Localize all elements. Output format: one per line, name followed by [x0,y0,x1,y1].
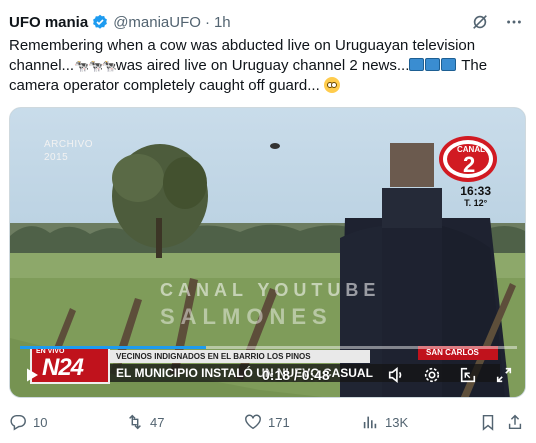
like-count: 171 [268,414,290,430]
author-handle[interactable]: @maniaUFO [113,14,201,31]
retweet-button[interactable]: 47 [126,413,164,431]
author-name[interactable]: UFO mania [9,14,88,31]
tweet-text: Remembering when a cow was abducted live… [9,36,529,96]
reply-icon [10,414,26,431]
video-control-icons [387,366,513,389]
like-button[interactable]: 171 [244,413,290,431]
tv-emoji-icon [425,58,441,71]
tweet-text-line2b: was aired live on Uruguay channel 2 news… [115,57,410,74]
video-progress-fill [20,346,207,349]
views-button[interactable]: 13K [361,413,408,431]
faded-overlay-text: CANAL YOUTUBE [160,280,381,300]
tweet-text-line2a: channel... [9,57,75,74]
flushed-face-emoji-icon [323,77,340,93]
clock-time: 16:33 [460,184,491,198]
cow-emojis: 🐄🐄🐄 [74,59,117,73]
retweet-icon [129,414,141,430]
timestamp[interactable]: 1h [214,14,231,31]
heart-icon [245,414,261,430]
video-controls: 0:18 / 0:48 [10,360,525,390]
view-count: 13K [385,414,409,430]
share-icon [508,414,522,430]
tweet-text-line2c: The [457,57,488,74]
verified-badge-icon [92,14,108,30]
share-button[interactable] [506,413,524,431]
bookmark-icon [482,414,494,431]
faded-overlay-text-2: SALMONES [160,304,333,329]
separator-dot: · [204,13,210,31]
watermark-line1: ARCHIVO [44,139,94,150]
bookmark-button[interactable] [479,413,497,431]
reply-count: 10 [33,414,48,430]
settings-gear-icon[interactable] [423,366,441,389]
retweet-count: 47 [150,414,165,430]
picture-in-picture-icon[interactable] [459,366,477,389]
volume-icon[interactable] [387,366,405,389]
tweet-actions: 10 47 171 13K [9,411,523,433]
tweet-text-line3: camera operator completely caught off gu… [9,77,324,94]
header-actions [470,12,524,32]
tv-emoji-icon [409,58,425,71]
channel-number: 2 [463,152,475,177]
more-options-icon[interactable] [504,12,524,32]
archive-watermark: ARCHIVO 2015 [44,138,93,164]
tweet: UFO mania @maniaUFO · 1h Remembering whe… [0,0,536,443]
video-player[interactable]: ARCHIVO 2015 CANAL 2 16:33 T. 12° CANAL … [9,107,526,398]
video-timecode: 0:18 / 0:48 [262,367,330,383]
tweet-header: UFO mania @maniaUFO · 1h [9,11,231,33]
views-chart-icon [363,416,377,429]
play-icon[interactable] [24,367,40,388]
canal-2-logo: CANAL 2 [439,136,497,182]
grok-icon[interactable] [470,12,490,32]
tv-emoji-icon [441,58,457,71]
tweet-text-line1: Remembering when a cow was abducted live… [9,37,476,54]
watermark-line2: 2015 [44,152,69,163]
reply-button[interactable]: 10 [9,413,47,431]
fullscreen-icon[interactable] [495,366,513,389]
broadcast-clock: 16:33 T. 12° [460,185,491,209]
clock-temperature: T. 12° [464,198,488,208]
video-progress-bar[interactable] [20,346,517,349]
